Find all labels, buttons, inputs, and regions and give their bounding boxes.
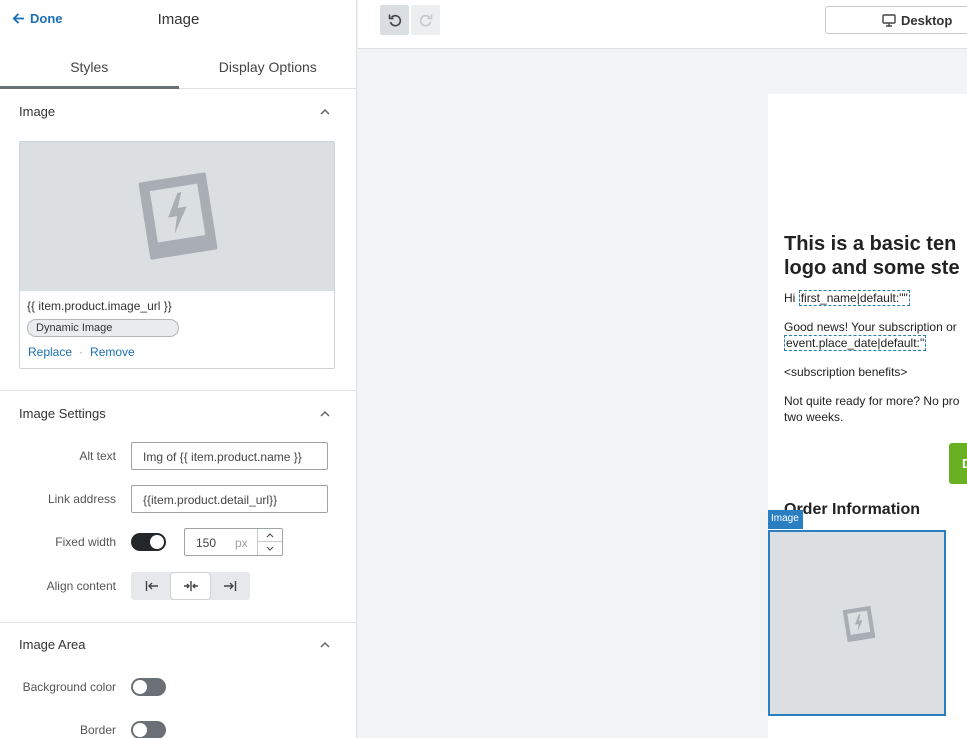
link-address-input[interactable]: {{item.product.detail_url}} — [131, 485, 328, 513]
alt-text-label: Alt text — [79, 449, 116, 463]
device-label: Desktop — [901, 12, 953, 28]
image-actions: Replace · Remove — [28, 345, 135, 359]
greeting-text: Hi — [784, 291, 796, 305]
border-label: Border — [79, 723, 116, 737]
device-selector[interactable]: Desktop — [825, 6, 967, 34]
heading-line-1: This is a basic ten — [784, 233, 957, 255]
redo-icon — [419, 14, 432, 27]
cta-button[interactable]: D — [949, 443, 967, 484]
border-toggle[interactable] — [131, 721, 166, 738]
background-color-toggle[interactable] — [131, 678, 166, 696]
image-area-title: Image Area — [19, 637, 86, 652]
lightning-image-icon — [138, 172, 218, 260]
undo-button[interactable] — [380, 5, 409, 35]
settings-panel: Done Image Styles Display Options Image … — [0, 0, 357, 738]
benefits-text[interactable]: <subscription benefits> — [784, 364, 967, 380]
image-preview[interactable] — [20, 142, 334, 291]
redo-button[interactable] — [411, 5, 440, 35]
greeting-line[interactable]: Hi first_name|default:"" — [784, 290, 967, 306]
fixed-width-label: Fixed width — [55, 535, 116, 549]
align-content-group — [131, 572, 250, 600]
width-stepper[interactable]: 150 px — [184, 528, 283, 556]
panel-header: Done Image — [0, 0, 356, 44]
email-heading[interactable]: This is a basic ten logo and some ste — [784, 232, 967, 280]
alt-text-input[interactable]: Img of {{ item.product.name }} — [131, 442, 328, 470]
align-content-label: Align content — [46, 579, 116, 593]
toggle-knob — [150, 535, 164, 549]
tab-display-options[interactable]: Display Options — [179, 46, 357, 88]
selected-block-label: Image — [768, 510, 803, 529]
not-ready-paragraph[interactable]: Not quite ready for more? No pro two wee… — [784, 393, 967, 425]
lightning-image-icon — [842, 606, 876, 642]
background-color-label: Background color — [22, 680, 116, 694]
tab-bar: Styles Display Options — [0, 46, 357, 89]
fixed-width-toggle[interactable] — [131, 533, 166, 551]
news-line-1: Good news! Your subscription or — [784, 320, 957, 334]
toggle-knob — [133, 723, 147, 737]
order-information-heading[interactable]: Order Information — [784, 501, 920, 519]
selected-image-block[interactable] — [768, 530, 946, 716]
align-left-button[interactable] — [132, 573, 171, 599]
separator: · — [79, 345, 84, 359]
align-center-icon — [183, 581, 198, 591]
chevron-up-icon[interactable] — [319, 106, 331, 118]
spinner-down-icon — [266, 546, 274, 551]
chevron-up-icon[interactable] — [319, 639, 331, 651]
image-card: {{ item.product.image_url }} Dynamic Ima… — [19, 141, 335, 369]
align-left-icon — [145, 581, 158, 591]
stepper-controls — [257, 529, 282, 555]
decrement-button[interactable] — [258, 542, 282, 555]
tab-styles[interactable]: Styles — [0, 46, 179, 89]
chevron-up-icon[interactable] — [319, 408, 331, 420]
align-right-button[interactable] — [210, 573, 249, 599]
editor-toolbar: Desktop — [358, 0, 967, 49]
remove-link[interactable]: Remove — [90, 345, 135, 359]
width-unit: px — [235, 536, 248, 550]
not-ready-line-1: Not quite ready for more? No pro — [784, 394, 960, 408]
toggle-knob — [133, 680, 147, 694]
first-name-merge-tag[interactable]: first_name|default:"" — [798, 290, 910, 306]
not-ready-line-2: two weeks. — [784, 410, 844, 424]
replace-link[interactable]: Replace — [28, 345, 72, 359]
image-url: {{ item.product.image_url }} — [27, 299, 172, 313]
align-center-button[interactable] — [171, 573, 210, 599]
width-value: 150 — [196, 536, 217, 550]
heading-line-2: logo and some ste — [784, 257, 960, 279]
spinner-up-icon — [266, 533, 274, 538]
monitor-icon — [882, 13, 896, 27]
email-preview: This is a basic ten logo and some ste Hi… — [768, 94, 967, 738]
place-date-merge-tag[interactable]: event.place_date|default:'' — [784, 335, 927, 351]
news-paragraph[interactable]: Good news! Your subscription or event.pl… — [784, 319, 967, 351]
increment-button[interactable] — [258, 529, 282, 542]
panel-title: Image — [157, 11, 200, 28]
link-address-label: Link address — [47, 492, 116, 506]
undo-icon — [388, 14, 401, 27]
image-settings-title: Image Settings — [19, 406, 106, 421]
dynamic-image-badge: Dynamic Image — [27, 319, 179, 337]
image-section-title: Image — [19, 104, 56, 119]
align-right-icon — [223, 581, 236, 591]
